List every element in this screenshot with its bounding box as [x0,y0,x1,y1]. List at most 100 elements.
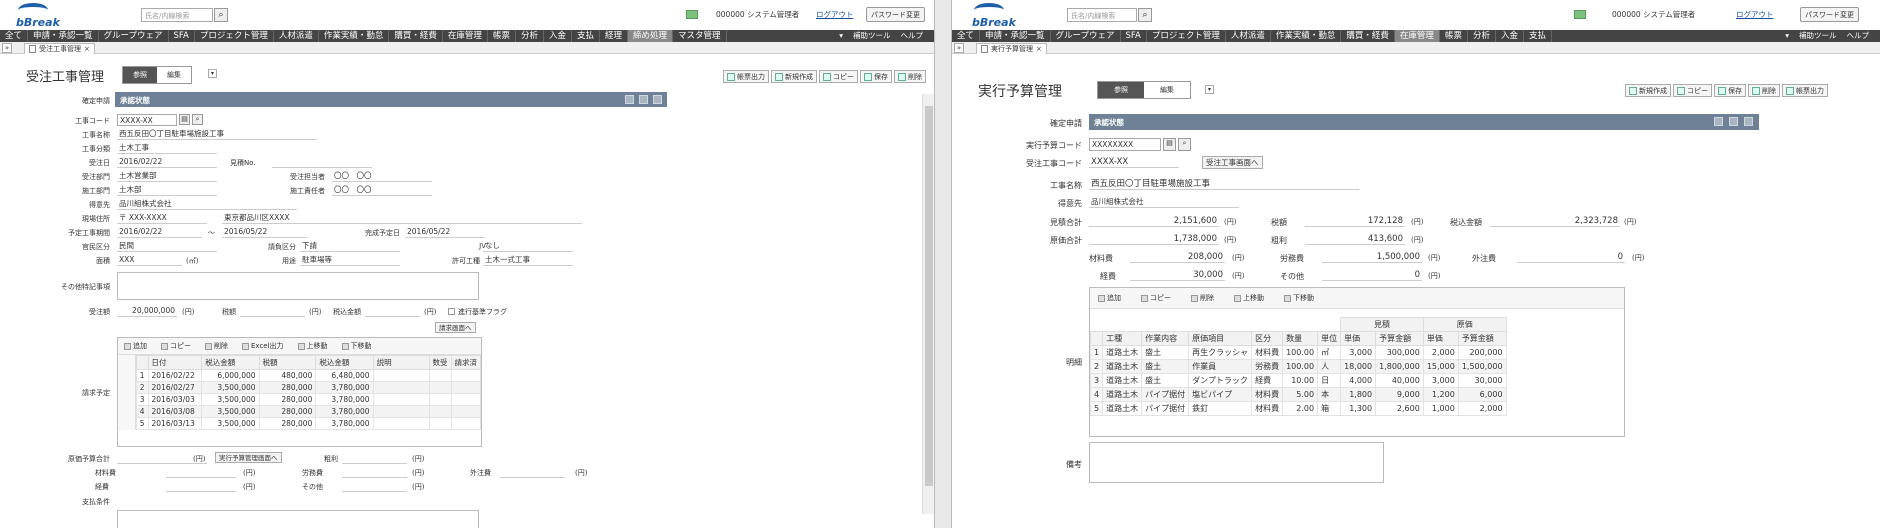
nav-item-5[interactable]: 人材派遣 [1226,30,1271,42]
nav-tool-1[interactable]: 補助ツール [1794,30,1842,42]
column-header-7[interactable]: 請求済 [450,355,481,370]
nav-tool-2[interactable]: ヘルプ [896,30,929,42]
nav-item-15[interactable]: マスタ管理 [673,30,727,42]
approval-icon-2[interactable] [639,95,648,104]
column-header-6[interactable]: 数受 [428,355,452,370]
column-header-7[interactable]: 単価 [1340,331,1377,346]
tab-execution-budget[interactable]: 実行予算管理 × [976,43,1047,54]
nav-item-10[interactable]: 分析 [516,30,544,42]
nav-item-3[interactable]: SFA [1121,30,1147,42]
toolbar-button-1[interactable]: コピー [1673,84,1712,97]
grid-tool-0[interactable]: 追加 [124,341,147,351]
lookup-icon[interactable]: ▤ [179,114,190,125]
column-header-3[interactable]: 原価項目 [1188,331,1253,346]
nav-item-13[interactable]: 経理 [600,30,629,42]
collapse-icon[interactable]: » [2,43,12,53]
toolbar-button-0[interactable]: 新規作成 [1625,84,1671,97]
grid-tool-4[interactable]: 上移動 [297,341,328,351]
column-header-5[interactable]: 数量 [1282,331,1319,346]
nav-tool-1[interactable]: 補助ツール [848,30,896,42]
nav-item-6[interactable]: 作業実績・勤怠 [1271,30,1342,42]
grid-tool-1[interactable]: コピー [1141,293,1171,303]
approval-icon-1[interactable] [625,95,634,104]
nav-item-12[interactable]: 支払 [1524,30,1552,42]
column-header-4[interactable]: 区分 [1251,331,1284,346]
nav-item-3[interactable]: SFA [169,30,195,42]
table-row[interactable]: 4 道路土木 パイプ据付 塩ビパイプ 材料費 5.00 本 1,800 9,000 1,200 6,… [1089,387,1507,402]
column-header-8[interactable]: 予算金額 [1375,331,1424,346]
approval-icon-2[interactable] [1729,117,1738,126]
table-row[interactable]: 2 2016/02/27 3,500,000 280,000 3,780,000 [135,381,481,394]
nav-item-2[interactable]: グループウェア [99,30,169,42]
collapse-icon[interactable]: » [954,43,964,53]
progress-flag-checkbox[interactable] [448,308,455,315]
other-notes-field[interactable] [117,272,479,300]
nav-item-14[interactable]: 締め処理 [628,30,674,42]
column-header-4[interactable]: 税込金額 [315,355,374,370]
grid-tool-4[interactable]: 下移動 [1284,293,1314,303]
scrollbar[interactable] [922,94,934,514]
password-change-button[interactable]: パスワード変更 [866,7,925,22]
order-screen-button[interactable]: 受注工事画面へ [1202,156,1263,169]
expand-icon[interactable] [653,95,662,104]
approval-icon-1[interactable] [1714,117,1723,126]
grid-tool-1[interactable]: コピー [161,341,191,351]
column-header-10[interactable]: 予算金額 [1457,331,1507,346]
column-header-2[interactable]: 税込金額 [201,355,260,370]
logo[interactable]: bBreak [966,3,1016,29]
nav-item-11[interactable]: 入金 [1496,30,1524,42]
search-icon[interactable]: ⌕ [214,8,228,22]
mode-ref-button[interactable]: 参照 [1098,82,1144,98]
nav-item-7[interactable]: 購買・経費 [1341,30,1395,42]
search-input[interactable]: 氏名/内線検索 [141,8,213,22]
budget-code-field[interactable]: XXXXXXXX [1089,138,1161,151]
lookup-icon[interactable]: ▤ [1163,138,1176,151]
grid-tool-0[interactable]: 追加 [1098,293,1121,303]
expand-icon[interactable] [1744,117,1753,126]
payment-terms-field[interactable] [117,510,479,528]
table-row[interactable]: 1 道路土木 盛土 再生クラッシャ 材料費 100.00 ㎥ 3,000 300,000 2,00… [1089,345,1507,360]
toolbar-button-3[interactable]: 削除 [1748,84,1780,97]
invoice-screen-button[interactable]: 請求画面へ [435,322,476,333]
mode-edit-button[interactable]: 編集 [157,67,191,83]
close-icon[interactable]: × [1036,45,1042,53]
nav-tool-2[interactable]: ヘルプ [1842,30,1875,42]
scrollbar-thumb[interactable] [925,106,933,486]
column-header-6[interactable]: 単位 [1317,331,1342,346]
nav-item-4[interactable]: プロジェクト管理 [195,30,274,42]
search-icon[interactable]: ⌕ [1178,138,1191,151]
nav-item-0[interactable]: 全て [952,30,981,42]
nav-item-11[interactable]: 入金 [544,30,572,42]
nav-item-9[interactable]: 帳票 [1440,30,1468,42]
column-header-0[interactable] [135,355,149,370]
construction-code-field[interactable]: XXXX-XX [117,114,177,126]
budget-screen-button[interactable]: 実行予算管理画面へ [215,452,282,463]
mail-icon[interactable] [686,10,698,19]
mail-icon[interactable] [1574,10,1586,19]
nav-tool-0[interactable]: ▾ [1780,30,1794,42]
column-header-2[interactable]: 作業内容 [1141,331,1190,346]
search-input[interactable]: 氏名/内線検索 [1067,8,1137,22]
nav-item-0[interactable]: 全て [0,30,29,42]
tab-order-construction[interactable]: 受注工事管理 × [24,43,95,54]
column-header-0[interactable] [1089,331,1104,346]
toolbar-button-2[interactable]: 保存 [1714,84,1746,97]
table-row[interactable]: 1 2016/02/22 6,000,000 480,000 6,480,000 [135,369,481,382]
toolbar-button-4[interactable]: 帳票出力 [1782,84,1828,97]
nav-item-1[interactable]: 申請・承認一覧 [980,30,1051,42]
mode-edit-button[interactable]: 編集 [1144,82,1190,98]
grid-tool-3[interactable]: Excel出力 [242,341,284,351]
table-row[interactable]: 3 2016/03/03 3,500,000 280,000 3,780,000 [135,393,481,406]
grid-tool-2[interactable]: 削除 [1191,293,1214,303]
grid-tool-2[interactable]: 削除 [205,341,228,351]
table-row[interactable]: 5 2016/03/13 3,500,000 280,000 3,780,000 [135,417,481,430]
nav-item-2[interactable]: グループウェア [1051,30,1121,42]
search-icon[interactable]: ⌕ [1138,8,1152,22]
column-header-3[interactable]: 税額 [258,355,317,370]
column-header-1[interactable]: 工種 [1102,331,1143,346]
nav-item-10[interactable]: 分析 [1468,30,1496,42]
table-row[interactable]: 2 道路土木 盛土 作業員 労務費 100.00 人 18,000 1,800,000 15,00… [1089,359,1507,374]
nav-item-4[interactable]: プロジェクト管理 [1147,30,1226,42]
notes-field[interactable] [1089,442,1384,483]
nav-item-1[interactable]: 申請・承認一覧 [28,30,99,42]
